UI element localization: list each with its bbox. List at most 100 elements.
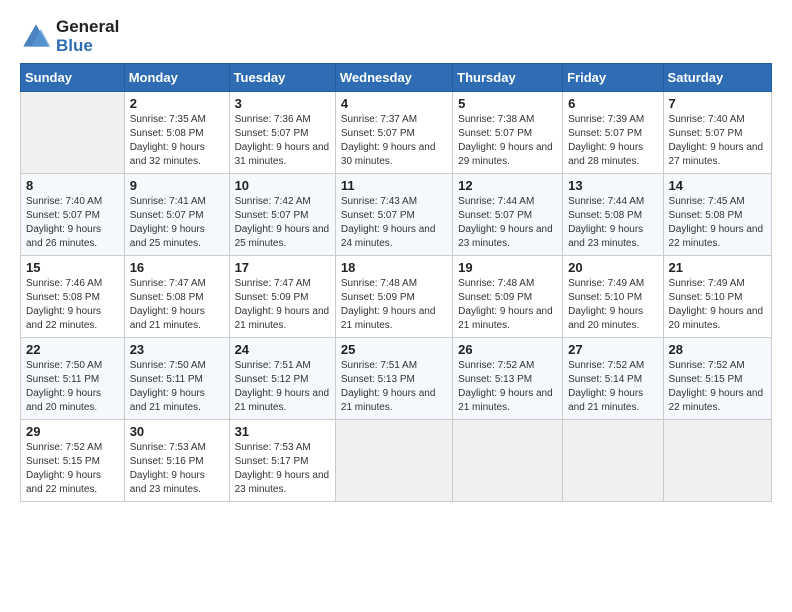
sunset-text: Sunset: 5:08 PM [26,292,100,303]
sunrise-text: Sunrise: 7:38 AM [458,114,534,125]
day-detail: Sunrise: 7:38 AMSunset: 5:07 PMDaylight:… [458,113,557,169]
sunrise-text: Sunrise: 7:41 AM [130,196,206,207]
day-detail: Sunrise: 7:44 AMSunset: 5:07 PMDaylight:… [458,195,557,251]
daylight-text: Daylight: 9 hours and 21 minutes. [458,388,553,413]
day-number: 3 [235,96,330,111]
day-number: 13 [568,178,657,193]
day-detail: Sunrise: 7:40 AM Sunset: 5:07 PM Daylight:… [26,195,119,251]
calendar-cell: 9Sunrise: 7:41 AMSunset: 5:07 PMDaylight… [124,174,229,256]
sunrise-text: Sunrise: 7:49 AM [568,278,644,289]
sunset-text: Sunset: 5:07 PM [235,210,309,221]
daylight-text: Daylight: 9 hours and 26 minutes. [26,224,101,249]
day-number: 11 [341,178,447,193]
sunset-text: Sunset: 5:15 PM [669,374,743,385]
day-number: 14 [669,178,766,193]
calendar-cell: 11 Sunrise: 7:43 AMSunset: 5:07 PMDayligh… [335,174,452,256]
daylight-text: Daylight: 9 hours and 22 minutes. [26,470,101,495]
day-number: 18 [341,260,447,275]
calendar-cell: 30Sunrise: 7:53 AMSunset: 5:16 PMDayligh… [124,420,229,502]
daylight-text: Daylight: 9 hours and 21 minutes. [341,306,436,331]
day-number: 15 [26,260,119,275]
calendar-cell: 28Sunrise: 7:52 AMSunset: 5:15 PMDayligh… [663,338,771,420]
sunrise-text: Sunrise: 7:44 AM [458,196,534,207]
sunrise-text: Sunrise: 7:51 AM [235,360,311,371]
sunset-text: Sunset: 5:07 PM [130,210,204,221]
sunrise-text: Sunrise: 7:40 AM [26,196,102,207]
day-number: 2 [130,96,224,111]
logo: General Blue [20,18,119,55]
logo-icon [20,21,52,53]
sunrise-text: Sunrise: 7:36 AM [235,114,311,125]
calendar-row: 22Sunrise: 7:50 AMSunset: 5:11 PMDayligh… [21,338,772,420]
day-detail: Sunrise: 7:50 AMSunset: 5:11 PMDaylight:… [130,359,224,415]
sunrise-text: Sunrise: 7:51 AM [341,360,417,371]
calendar-cell: 26Sunrise: 7:52 AMSunset: 5:13 PMDayligh… [453,338,563,420]
sunrise-text: Sunrise: 7:42 AM [235,196,311,207]
calendar-cell: 10Sunrise: 7:42 AMSunset: 5:07 PMDayligh… [229,174,335,256]
daylight-text: Daylight: 9 hours and 21 minutes. [458,306,553,331]
calendar-cell: 15Sunrise: 7:46 AMSunset: 5:08 PMDayligh… [21,256,125,338]
sunrise-text: Sunrise: 7:52 AM [26,442,102,453]
day-detail: Sunrise: 7:49 AMSunset: 5:10 PMDaylight:… [669,277,766,333]
calendar-cell: 4Sunrise: 7:37 AMSunset: 5:07 PMDaylight… [335,92,452,174]
daylight-text: Daylight: 9 hours and 21 minutes. [130,306,205,331]
day-number: 12 [458,178,557,193]
calendar-cell: 31Sunrise: 7:53 AMSunset: 5:17 PMDayligh… [229,420,335,502]
daylight-text: Daylight: 9 hours and 22 minutes. [669,224,764,249]
day-number: 23 [130,342,224,357]
day-detail: Sunrise: 7:44 AMSunset: 5:08 PMDaylight:… [568,195,657,251]
day-number: 25 [341,342,447,357]
sunset-text: Sunset: 5:11 PM [26,374,99,385]
sunrise-text: Sunrise: 7:45 AM [669,196,745,207]
day-detail: Sunrise: 7:48 AMSunset: 5:09 PMDaylight:… [458,277,557,333]
daylight-text: Daylight: 9 hours and 23 minutes. [458,224,553,249]
day-number: 7 [669,96,766,111]
sunrise-text: Sunrise: 7:53 AM [130,442,206,453]
day-detail: Sunrise: 7:52 AMSunset: 5:13 PMDaylight:… [458,359,557,415]
sunset-text: Sunset: 5:07 PM [341,128,415,139]
day-detail: Sunrise: 7:35 AMSunset: 5:08 PMDaylight:… [130,113,224,169]
daylight-text: Daylight: 9 hours and 20 minutes. [568,306,643,331]
day-number: 9 [130,178,224,193]
daylight-text: Daylight: 9 hours and 21 minutes. [235,388,330,413]
day-detail: Sunrise: 7:50 AMSunset: 5:11 PMDaylight:… [26,359,119,415]
calendar-cell [663,420,771,502]
day-number: 6 [568,96,657,111]
sunset-text: Sunset: 5:07 PM [669,128,743,139]
sunrise-text: Sunrise: 7:39 AM [568,114,644,125]
day-detail: Sunrise: 7:51 AMSunset: 5:13 PMDaylight:… [341,359,447,415]
calendar-cell: 25Sunrise: 7:51 AMSunset: 5:13 PMDayligh… [335,338,452,420]
sunset-text: Sunset: 5:11 PM [130,374,203,385]
header-row: SundayMondayTuesdayWednesdayThursdayFrid… [21,64,772,92]
sunset-text: Sunset: 5:13 PM [341,374,415,385]
header-cell-saturday: Saturday [663,64,771,92]
calendar-cell [453,420,563,502]
daylight-text: Daylight: 9 hours and 25 minutes. [235,224,330,249]
calendar-cell: 29Sunrise: 7:52 AMSunset: 5:15 PMDayligh… [21,420,125,502]
sunset-text: Sunset: 5:16 PM [130,456,204,467]
sunset-text: Sunset: 5:08 PM [130,292,204,303]
sunset-text: Sunset: 5:13 PM [458,374,532,385]
sunrise-text: Sunrise: 7:48 AM [341,278,417,289]
day-detail: Sunrise: 7:40 AMSunset: 5:07 PMDaylight:… [669,113,766,169]
header-cell-friday: Friday [563,64,663,92]
day-detail: Sunrise: 7:46 AMSunset: 5:08 PMDaylight:… [26,277,119,333]
sunrise-text: Sunrise: 7:52 AM [568,360,644,371]
daylight-text: Daylight: 9 hours and 23 minutes. [235,470,330,495]
sunrise-text: Sunrise: 7:46 AM [26,278,102,289]
calendar-cell [21,92,125,174]
sunset-text: Sunset: 5:09 PM [458,292,532,303]
sunset-text: Sunset: 5:08 PM [130,128,204,139]
day-detail: Sunrise: 7:43 AMSunset: 5:07 PMDaylight:… [341,195,447,251]
sunrise-text: Sunrise: 7:49 AM [669,278,745,289]
day-number: 5 [458,96,557,111]
day-detail: Sunrise: 7:52 AMSunset: 5:15 PMDaylight:… [26,441,119,497]
sunset-text: Sunset: 5:07 PM [26,210,100,221]
sunset-text: Sunset: 5:10 PM [669,292,743,303]
sunrise-text: Sunrise: 7:35 AM [130,114,206,125]
sunset-text: Sunset: 5:09 PM [341,292,415,303]
day-number: 17 [235,260,330,275]
calendar-cell: 16Sunrise: 7:47 AMSunset: 5:08 PMDayligh… [124,256,229,338]
day-number: 16 [130,260,224,275]
sunrise-text: Sunrise: 7:37 AM [341,114,417,125]
